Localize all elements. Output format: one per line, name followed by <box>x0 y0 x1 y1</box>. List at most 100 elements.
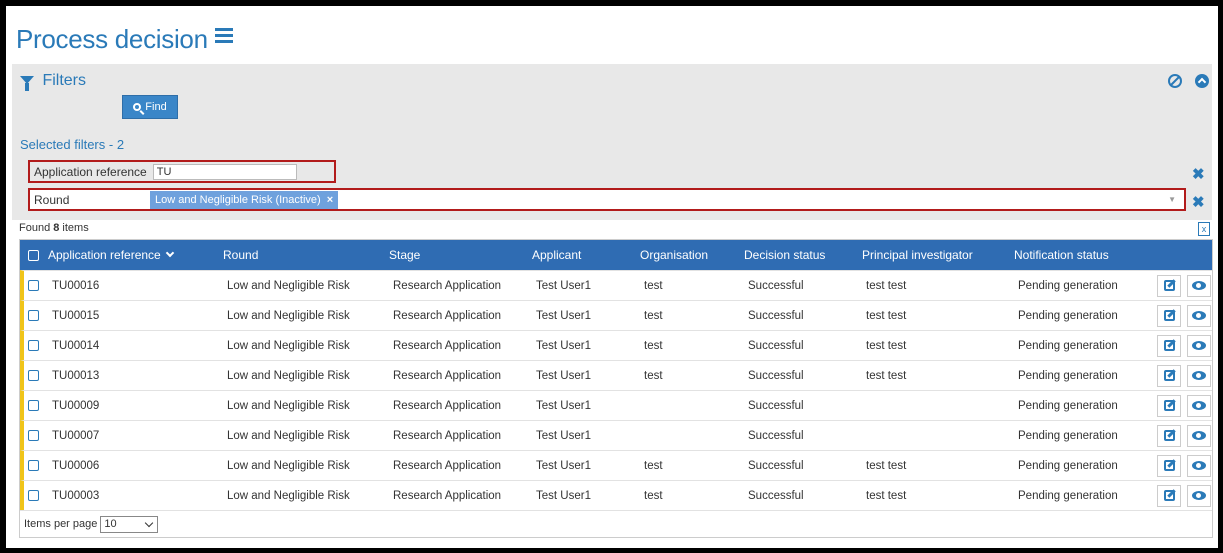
cell-application-reference: TU00006 <box>52 459 100 472</box>
row-checkbox[interactable] <box>28 429 39 441</box>
cell-stage: Research Application <box>393 489 502 502</box>
edit-icon <box>1163 340 1175 351</box>
edit-button[interactable] <box>1157 424 1181 447</box>
cell-applicant: Test User1 <box>536 309 591 322</box>
eye-icon <box>1192 401 1206 410</box>
row-checkbox[interactable] <box>28 339 39 351</box>
row-checkbox[interactable] <box>28 369 39 381</box>
cell-notification-status: Pending generation <box>1018 369 1118 382</box>
cell-decision-status: Successful <box>748 309 804 322</box>
cell-application-reference: TU00016 <box>52 279 100 292</box>
cell-stage: Research Application <box>393 309 502 322</box>
eye-icon <box>1192 371 1206 380</box>
collapse-filters-icon[interactable] <box>1195 74 1209 88</box>
items-per-page-select[interactable]: 10 <box>100 515 159 533</box>
column-header-decision-status[interactable]: Decision status <box>744 248 862 262</box>
cell-principal-investigator: test test <box>866 339 907 352</box>
cell-application-reference: TU00009 <box>52 399 100 412</box>
cell-principal-investigator: test test <box>866 309 907 322</box>
view-button[interactable] <box>1187 394 1211 417</box>
edit-button[interactable] <box>1157 484 1181 507</box>
selected-filters-label: Selected filters - 2 <box>20 137 125 152</box>
row-checkbox[interactable] <box>28 459 39 471</box>
edit-button[interactable] <box>1157 274 1181 297</box>
edit-icon <box>1163 310 1175 321</box>
cell-organisation: test <box>644 339 663 352</box>
filter-round: Round Low and Negligible Risk (Inactive)… <box>28 188 1186 211</box>
edit-button[interactable] <box>1157 334 1181 357</box>
column-header-organisation[interactable]: Organisation <box>640 248 744 262</box>
cell-principal-investigator: test test <box>866 489 907 502</box>
table-row[interactable]: TU00006 Low and Negligible Risk Research A… <box>20 450 1212 480</box>
column-header-round[interactable]: Round <box>223 248 389 262</box>
cell-decision-status: Successful <box>748 279 804 292</box>
column-header-stage[interactable]: Stage <box>389 248 532 262</box>
application-reference-input[interactable]: TU <box>152 163 297 180</box>
table-row[interactable]: TU00013 Low and Negligible Risk Research A… <box>20 360 1212 390</box>
clear-all-filters-icon[interactable] <box>1168 74 1182 88</box>
column-header-applicant[interactable]: Applicant <box>532 248 640 262</box>
hamburger-menu-icon[interactable] <box>215 25 234 46</box>
view-button[interactable] <box>1187 484 1211 507</box>
cell-organisation: test <box>644 369 663 382</box>
cell-organisation: test <box>644 489 663 502</box>
edit-button[interactable] <box>1157 304 1181 327</box>
cell-applicant: Test User1 <box>536 279 591 292</box>
cell-application-reference: TU00013 <box>52 369 100 382</box>
cell-notification-status: Pending generation <box>1018 279 1118 292</box>
remove-filter-application-reference-icon[interactable]: ✖ <box>1192 165 1205 183</box>
edit-button[interactable] <box>1157 454 1181 477</box>
cell-stage: Research Application <box>393 459 502 472</box>
filters-panel: Filters Find Selected filters - 2 Applic… <box>12 64 1212 220</box>
main-window: Process decision Filters Find Selected f… <box>6 6 1218 548</box>
cell-principal-investigator: test test <box>866 459 907 472</box>
round-tag-remove-icon[interactable]: × <box>327 194 333 206</box>
round-dropdown-arrow-icon[interactable]: ▼ <box>1168 195 1176 204</box>
row-checkbox[interactable] <box>28 309 39 321</box>
grid-header: Application reference Round Stage Applic… <box>20 240 1212 270</box>
column-header-application-reference[interactable]: Application reference <box>48 248 223 262</box>
select-all-checkbox[interactable] <box>28 250 39 262</box>
row-checkbox[interactable] <box>28 489 39 501</box>
sort-chevron-down-icon <box>165 248 174 258</box>
view-button[interactable] <box>1187 424 1211 447</box>
page-title: Process decision <box>16 24 208 54</box>
table-row[interactable]: TU00014 Low and Negligible Risk Research A… <box>20 330 1212 360</box>
find-button[interactable]: Find <box>122 95 178 119</box>
view-button[interactable] <box>1187 454 1211 477</box>
table-row[interactable]: TU00007 Low and Negligible Risk Research A… <box>20 420 1212 450</box>
remove-filter-round-icon[interactable]: ✖ <box>1192 193 1205 211</box>
column-header-notification-status[interactable]: Notification status <box>1014 248 1153 262</box>
table-row[interactable]: TU00003 Low and Negligible Risk Research A… <box>20 480 1212 510</box>
export-excel-icon[interactable]: x <box>1198 222 1210 236</box>
cell-application-reference: TU00007 <box>52 429 100 442</box>
application-reference-label: Application reference <box>34 164 147 179</box>
cell-notification-status: Pending generation <box>1018 459 1118 472</box>
round-tag: Low and Negligible Risk (Inactive) × <box>150 190 339 209</box>
view-button[interactable] <box>1187 364 1211 387</box>
table-row[interactable]: TU00009 Low and Negligible Risk Research A… <box>20 390 1212 420</box>
table-row[interactable]: TU00016 Low and Negligible Risk Research A… <box>20 270 1212 300</box>
edit-button[interactable] <box>1157 394 1181 417</box>
cell-round: Low and Negligible Risk <box>227 339 350 352</box>
view-button[interactable] <box>1187 304 1211 327</box>
table-row[interactable]: TU00015 Low and Negligible Risk Research A… <box>20 300 1212 330</box>
cell-round: Low and Negligible Risk <box>227 429 350 442</box>
column-header-label: Application reference <box>48 248 161 262</box>
cell-round: Low and Negligible Risk <box>227 309 350 322</box>
edit-icon <box>1163 430 1175 441</box>
row-checkbox[interactable] <box>28 279 39 291</box>
cell-notification-status: Pending generation <box>1018 309 1118 322</box>
row-checkbox[interactable] <box>28 399 39 411</box>
edit-icon <box>1163 490 1175 501</box>
cell-principal-investigator: test test <box>866 369 907 382</box>
filters-header[interactable]: Filters <box>20 72 86 91</box>
search-icon <box>133 103 142 111</box>
cell-decision-status: Successful <box>748 399 804 412</box>
cell-round: Low and Negligible Risk <box>227 279 350 292</box>
column-header-principal-investigator[interactable]: Principal investigator <box>862 248 1014 262</box>
view-button[interactable] <box>1187 274 1211 297</box>
view-button[interactable] <box>1187 334 1211 357</box>
edit-button[interactable] <box>1157 364 1181 387</box>
cell-decision-status: Successful <box>748 369 804 382</box>
